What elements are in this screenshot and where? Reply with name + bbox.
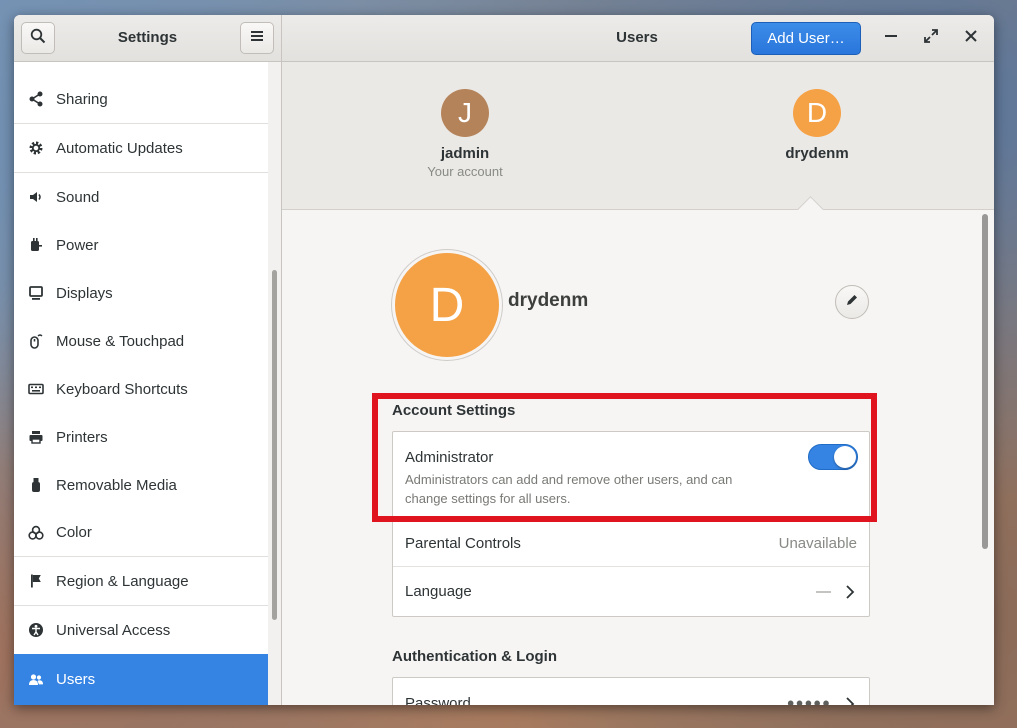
administrator-toggle[interactable] — [808, 444, 858, 470]
hamburger-menu-icon — [251, 29, 263, 47]
users-panel: J jadmin Your account D drydenm D dryden… — [282, 62, 994, 705]
add-user-button[interactable]: Add User… — [751, 22, 861, 55]
carousel-user-name: drydenm — [785, 145, 849, 162]
sidebar-item-keyboard-shortcuts[interactable]: Keyboard Shortcuts — [14, 365, 268, 413]
sidebar-item-color[interactable]: Color — [14, 509, 268, 557]
authentication-list: Password ●●●●● — [392, 677, 870, 705]
menu-button[interactable] — [240, 22, 274, 54]
content-scrollbar[interactable] — [982, 214, 988, 549]
sidebar-item-label: Removable Media — [56, 476, 177, 494]
account-settings-heading: Account Settings — [392, 402, 516, 419]
sidebar-item-label: Automatic Updates — [56, 139, 183, 157]
sidebar-item-label: Power — [56, 236, 99, 254]
sidebar-item-region-language[interactable]: Region & Language — [14, 557, 268, 606]
flag-icon — [27, 572, 45, 590]
users-icon — [27, 671, 45, 689]
maximize-icon — [924, 28, 938, 48]
sidebar-scrollbar-thumb[interactable] — [272, 270, 277, 620]
share-icon — [27, 90, 45, 108]
user-carousel: J jadmin Your account D drydenm — [282, 62, 994, 223]
speaker-icon — [27, 188, 45, 206]
avatar: J — [441, 89, 489, 137]
password-dots: ●●●●● — [786, 695, 831, 705]
parental-controls-row[interactable]: Parental Controls Unavailable — [393, 521, 869, 567]
color-circles-icon — [27, 524, 45, 542]
sidebar-item-label: Universal Access — [56, 621, 171, 639]
maximize-button[interactable] — [916, 24, 946, 52]
sidebar-item-label: Mouse & Touchpad — [56, 332, 185, 350]
sidebar-item-power[interactable]: Power — [14, 221, 268, 269]
carousel-user-name: jadmin — [440, 145, 490, 162]
page-title: Users — [616, 29, 658, 46]
user-avatar[interactable]: D — [392, 250, 502, 360]
minimize-button[interactable] — [876, 24, 906, 52]
carousel-selection-arrow — [797, 196, 824, 223]
printer-icon — [27, 428, 45, 446]
minimize-icon — [884, 29, 898, 48]
carousel-user-subtitle: Your account — [427, 164, 503, 179]
chevron-right-icon — [845, 697, 855, 705]
language-row[interactable]: Language — — [393, 567, 869, 617]
search-icon — [30, 28, 46, 49]
language-label: Language — [405, 583, 472, 600]
sidebar-item-automatic-updates[interactable]: Automatic Updates — [14, 124, 268, 173]
sidebar-header: Settings — [14, 15, 282, 61]
mouse-icon — [27, 332, 45, 350]
sidebar: Sharing Automatic Updates Sound Power Di… — [14, 62, 268, 705]
sidebar-item-label: Region & Language — [56, 572, 189, 590]
sidebar-item-label: Color — [56, 524, 92, 541]
user-full-name: drydenm — [508, 290, 589, 311]
header-bar: Settings Users Add User… — [14, 15, 994, 62]
sidebar-scrollbar[interactable] — [268, 62, 282, 705]
administrator-row: Administrator Administrators can add and… — [393, 432, 869, 521]
settings-title: Settings — [117, 29, 178, 46]
sidebar-item-label: Printers — [56, 428, 108, 446]
sidebar-item-sound[interactable]: Sound — [14, 173, 268, 221]
edit-name-button[interactable] — [835, 285, 869, 319]
sidebar-item-label: Sound — [56, 188, 100, 206]
password-row[interactable]: Password ●●●●● — [393, 678, 869, 705]
sidebar-item-mouse-touchpad[interactable]: Mouse & Touchpad — [14, 317, 268, 365]
monitor-icon — [27, 284, 45, 302]
usb-drive-icon — [27, 476, 45, 494]
sidebar-item-universal-access[interactable]: Universal Access — [14, 606, 268, 654]
keyboard-icon — [27, 380, 45, 398]
settings-window: Settings Users Add User… Sharing Automat… — [14, 15, 994, 705]
administrator-description: Administrators can add and remove other … — [405, 472, 733, 506]
administrator-label: Administrator — [405, 449, 494, 466]
avatar: D — [793, 89, 841, 137]
sidebar-item-removable-media[interactable]: Removable Media — [14, 461, 268, 509]
language-value: — — [816, 583, 831, 600]
sidebar-item-users[interactable]: Users — [14, 654, 268, 705]
authentication-heading: Authentication & Login — [392, 648, 557, 665]
sidebar-item-label: Sharing — [56, 90, 108, 108]
gear-icon — [27, 139, 45, 157]
parental-controls-value: Unavailable — [778, 535, 857, 552]
sidebar-item-printers[interactable]: Printers — [14, 413, 268, 461]
sidebar-item-label: Users — [56, 671, 96, 688]
close-button[interactable] — [956, 24, 986, 52]
parental-controls-label: Parental Controls — [405, 535, 521, 552]
close-icon — [964, 29, 978, 48]
sidebar-item-sharing[interactable]: Sharing — [14, 75, 268, 124]
sidebar-item-label: Keyboard Shortcuts — [56, 380, 188, 398]
accessibility-icon — [27, 621, 45, 639]
toggle-knob — [834, 446, 856, 468]
pencil-icon — [845, 293, 859, 312]
power-plug-icon — [27, 236, 45, 254]
search-button[interactable] — [21, 22, 55, 54]
chevron-right-icon — [845, 585, 855, 604]
account-settings-list: Administrator Administrators can add and… — [392, 431, 870, 617]
sidebar-item-label: Displays — [56, 284, 113, 302]
password-label: Password — [405, 695, 471, 705]
sidebar-item-displays[interactable]: Displays — [14, 269, 268, 317]
